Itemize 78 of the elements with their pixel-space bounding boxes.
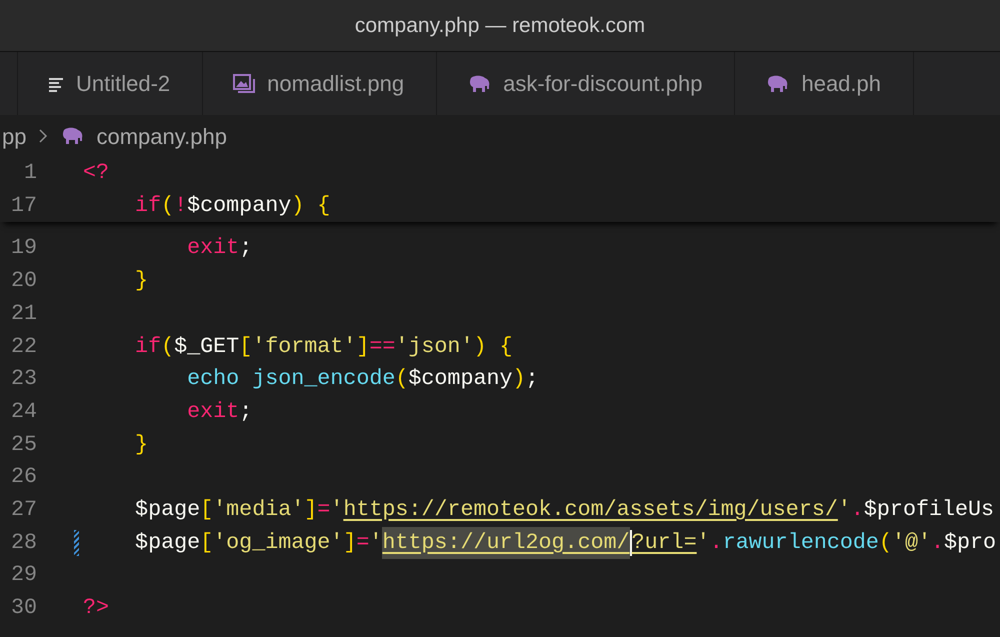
code-token: ;	[239, 234, 252, 262]
line-number: 26	[10, 463, 37, 492]
line-number: 25	[10, 430, 37, 459]
code-token: $company	[187, 192, 292, 220]
code-token: echo	[186, 365, 240, 394]
code-token: if	[134, 332, 162, 360]
code-token: {	[498, 332, 513, 360]
line-number: 23	[10, 365, 37, 394]
code-token: https://url2og.com/	[382, 526, 630, 560]
code-token: exit	[186, 398, 240, 426]
line-number: 20	[10, 267, 37, 296]
code-token: '	[330, 496, 344, 524]
window-title: company.php — remoteok.com	[354, 12, 646, 39]
code-token: }	[134, 430, 148, 459]
elephant-icon	[60, 127, 84, 145]
lines-icon	[48, 76, 64, 92]
code-token: '	[369, 528, 382, 557]
code-token: .	[850, 496, 864, 524]
code-token: '	[696, 528, 710, 557]
code-token: (	[161, 332, 174, 360]
code-token: $pro	[944, 528, 996, 557]
code-token: $page	[134, 496, 200, 524]
code-token: 'media'	[213, 496, 304, 524]
line-number: 21	[10, 300, 37, 328]
breadcrumb-item[interactable]: pp	[2, 120, 26, 152]
line-number: 17	[10, 192, 37, 220]
code-token: (	[161, 192, 174, 220]
code-token: $profileUs	[864, 496, 994, 524]
code-token: 'og_image'	[213, 528, 344, 557]
elephant-icon	[765, 74, 790, 92]
code-token: ==	[369, 332, 396, 360]
code-token: ;	[239, 398, 252, 426]
code-token: ;	[526, 365, 539, 394]
code-token: 'json'	[395, 332, 474, 360]
code-token: ]	[304, 496, 318, 524]
code-token: ?>	[83, 594, 110, 622]
code-token: [	[200, 496, 214, 524]
image-icon	[233, 74, 256, 94]
code-token: (	[878, 528, 892, 557]
code-token: .	[710, 528, 723, 557]
breadcrumb-item[interactable]: company.php	[96, 120, 227, 152]
line-number: 28	[10, 528, 37, 557]
code-token: )	[473, 332, 486, 360]
code-token: =	[356, 528, 370, 557]
line-number: 29	[10, 561, 37, 590]
code-token: exit	[186, 234, 240, 262]
code-token: $page	[134, 528, 200, 557]
code-token: if	[134, 192, 162, 220]
code-token: {	[316, 192, 330, 220]
chevron-icon	[38, 128, 48, 144]
line-number: 22	[10, 332, 37, 360]
code-token: '@'	[892, 528, 931, 557]
code-token: !	[174, 192, 188, 220]
elephant-icon	[467, 74, 492, 92]
code-token: $company	[408, 365, 513, 394]
code-token: ?url=	[632, 528, 697, 557]
code-token: )	[291, 192, 304, 220]
code-token: .	[931, 528, 944, 557]
code-token: =	[317, 496, 330, 524]
code-token: <?	[83, 159, 110, 188]
line-number: 24	[10, 398, 37, 426]
line-number: 19	[10, 234, 37, 262]
code-token: ]	[356, 332, 370, 360]
code-token: (	[395, 365, 408, 394]
code-token: ]	[343, 528, 356, 557]
code-token: '	[838, 496, 851, 524]
code-token: [	[200, 528, 214, 557]
code-token: https://remoteok.com/assets/img/users/	[343, 496, 838, 524]
code-token: $_GET	[174, 332, 240, 360]
code-token: json_encode	[251, 365, 396, 394]
code-token: rawurlencode	[722, 528, 879, 557]
line-number: 27	[10, 496, 37, 524]
line-number: 1	[22, 159, 37, 188]
code-token: 'format'	[252, 332, 356, 360]
code-token: )	[512, 365, 526, 394]
line-number: 30	[10, 594, 37, 622]
code-token: }	[134, 267, 148, 296]
code-token: [	[239, 332, 252, 360]
